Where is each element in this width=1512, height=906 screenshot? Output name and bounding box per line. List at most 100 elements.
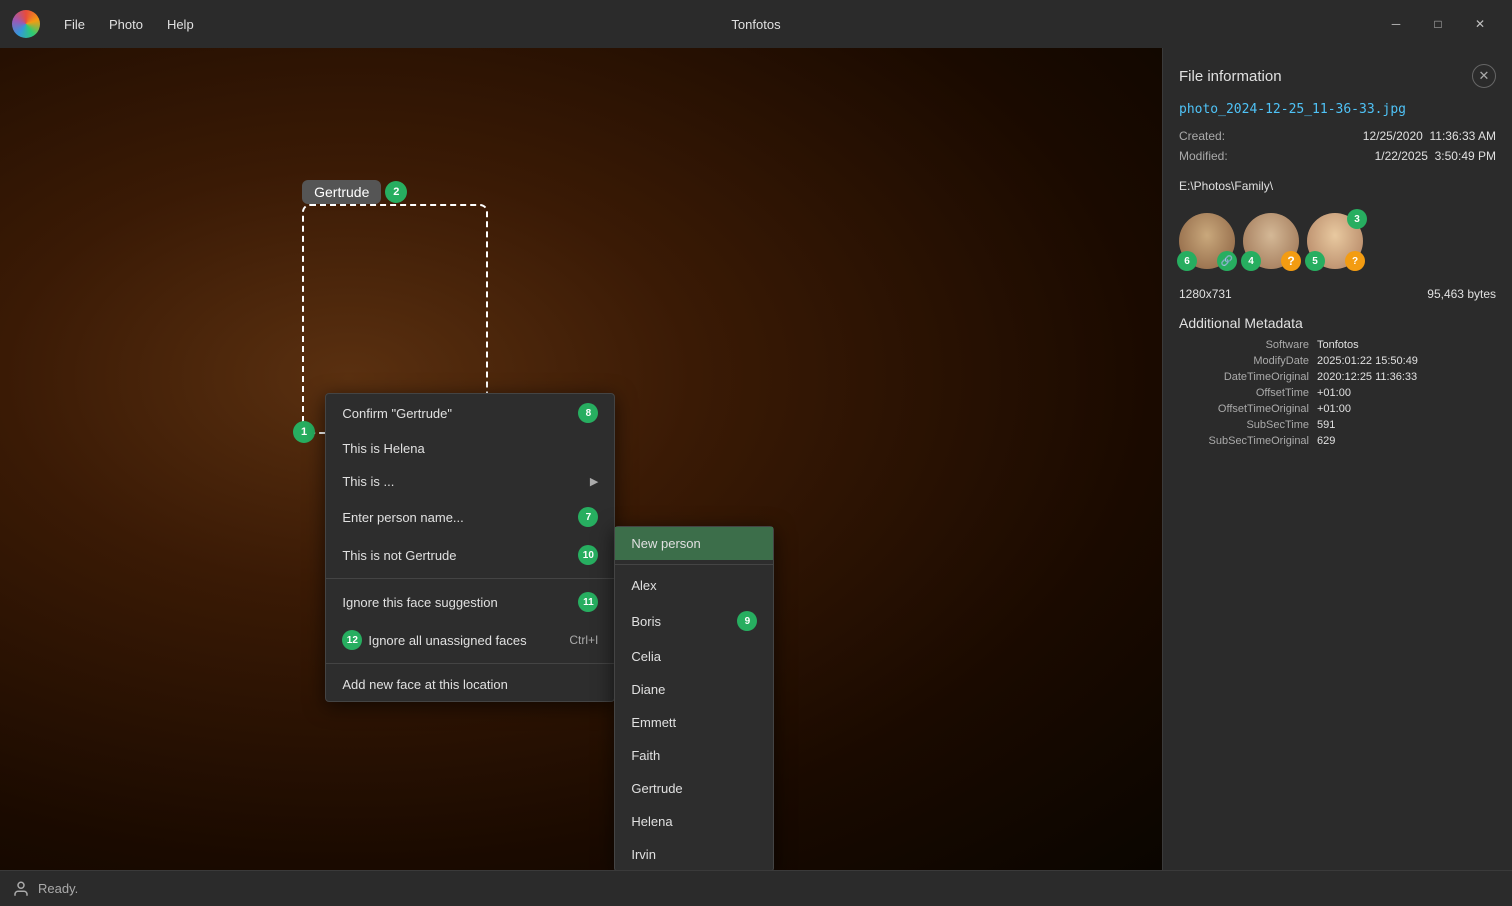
meta-key: Software bbox=[1179, 339, 1309, 351]
metadata-row: SubSecTime 591 bbox=[1179, 419, 1496, 431]
dimensions-size-row: 1280x731 95,463 bytes bbox=[1179, 287, 1496, 301]
badge-7: 7 bbox=[578, 507, 598, 527]
badge-1: 1 bbox=[293, 421, 315, 443]
filename-label: photo_2024-12-25_11-36-33.jpg bbox=[1179, 102, 1496, 117]
ctx-separator-2 bbox=[326, 663, 614, 664]
menu-photo[interactable]: Photo bbox=[99, 13, 153, 36]
ctx-not-gertrude[interactable]: This is not Gertrude 10 bbox=[326, 536, 614, 574]
app-title: Tonfotos bbox=[731, 17, 780, 32]
meta-key: ModifyDate bbox=[1179, 355, 1309, 367]
badge-8: 8 bbox=[578, 403, 598, 423]
submenu-alex[interactable]: Alex bbox=[615, 569, 773, 602]
meta-value: +01:00 bbox=[1317, 387, 1351, 399]
submenu-gertrude[interactable]: Gertrude bbox=[615, 772, 773, 805]
status-person-icon bbox=[12, 880, 30, 898]
panel-close-button[interactable]: ✕ bbox=[1472, 64, 1496, 88]
ctx-ignore-face[interactable]: Ignore this face suggestion 11 bbox=[326, 583, 614, 621]
meta-value: 2020:12:25 11:36:33 bbox=[1317, 371, 1417, 383]
ctx-separator-1 bbox=[326, 578, 614, 579]
meta-key: SubSecTime bbox=[1179, 419, 1309, 431]
metadata-row: ModifyDate 2025:01:22 15:50:49 bbox=[1179, 355, 1496, 367]
modified-row: Modified: 1/22/2025 3:50:49 PM bbox=[1179, 149, 1496, 163]
face-label-container: Gertrude 2 bbox=[302, 180, 407, 204]
metadata-row: DateTimeOriginal 2020:12:25 11:36:33 bbox=[1179, 371, 1496, 383]
meta-value: 591 bbox=[1317, 419, 1335, 431]
meta-value: 629 bbox=[1317, 435, 1335, 447]
meta-key: DateTimeOriginal bbox=[1179, 371, 1309, 383]
meta-value: Tonfotos bbox=[1317, 339, 1359, 351]
submenu: New person Alex Boris 9 Celia bbox=[614, 526, 774, 870]
ctx-this-is[interactable]: This is ... ▶ New person Alex Boris bbox=[326, 465, 614, 498]
meta-key: OffsetTime bbox=[1179, 387, 1309, 399]
panel-header: File information ✕ bbox=[1179, 64, 1496, 88]
metadata-list: Software Tonfotos ModifyDate 2025:01:22 … bbox=[1179, 339, 1496, 451]
maximize-button[interactable]: □ bbox=[1418, 8, 1458, 40]
close-button[interactable]: ✕ bbox=[1460, 8, 1500, 40]
metadata-row: OffsetTimeOriginal +01:00 bbox=[1179, 403, 1496, 415]
submenu-arrow-icon: ▶ bbox=[590, 475, 598, 488]
status-text: Ready. bbox=[38, 881, 78, 896]
metadata-row: OffsetTime +01:00 bbox=[1179, 387, 1496, 399]
file-path: E:\Photos\Family\ bbox=[1179, 179, 1496, 193]
app-icon bbox=[12, 10, 40, 38]
badge-5: 5 bbox=[1305, 251, 1325, 271]
meta-value: 2025:01:22 15:50:49 bbox=[1317, 355, 1418, 367]
face-thumb-1: 🔗 6 bbox=[1179, 213, 1235, 269]
face-thumbnails: 🔗 6 ? 4 3 ? 5 bbox=[1179, 213, 1496, 269]
badge-link-icon: 🔗 bbox=[1217, 251, 1237, 271]
created-value: 12/25/2020 11:36:33 AM bbox=[1363, 129, 1496, 143]
submenu-helena[interactable]: Helena bbox=[615, 805, 773, 838]
metadata-row: Software Tonfotos bbox=[1179, 339, 1496, 351]
modified-value: 1/22/2025 3:50:49 PM bbox=[1375, 149, 1496, 163]
ctx-enter-name[interactable]: Enter person name... 7 bbox=[326, 498, 614, 536]
submenu-boris[interactable]: Boris 9 bbox=[615, 602, 773, 640]
meta-key: SubSecTimeOriginal bbox=[1179, 435, 1309, 447]
panel-title: File information bbox=[1179, 68, 1282, 85]
submenu-faith[interactable]: Faith bbox=[615, 739, 773, 772]
submenu-new-person[interactable]: New person bbox=[615, 527, 773, 560]
badge-6: 6 bbox=[1177, 251, 1197, 271]
submenu-irvin[interactable]: Irvin bbox=[615, 838, 773, 870]
menu-bar: File Photo Help bbox=[54, 13, 1376, 36]
created-row: Created: 12/25/2020 11:36:33 AM bbox=[1179, 129, 1496, 143]
ctx-ignore-all[interactable]: 12 Ignore all unassigned faces Ctrl+I bbox=[326, 621, 614, 659]
badge-11: 11 bbox=[578, 592, 598, 612]
menu-file[interactable]: File bbox=[54, 13, 95, 36]
ctx-this-is-helena[interactable]: This is Helena bbox=[326, 432, 614, 465]
badge-3: 3 bbox=[1347, 209, 1367, 229]
submenu-emmett[interactable]: Emmett bbox=[615, 706, 773, 739]
badge-10: 10 bbox=[578, 545, 598, 565]
photo-background: 1 Gertrude 2 Confirm "Gertrude" 8 This i… bbox=[0, 48, 1162, 870]
ignore-all-shortcut: Ctrl+I bbox=[569, 633, 598, 647]
minimize-button[interactable]: ─ bbox=[1376, 8, 1416, 40]
submenu-celia[interactable]: Celia bbox=[615, 640, 773, 673]
badge-2: 2 bbox=[385, 181, 407, 203]
badge-question-5: ? bbox=[1345, 251, 1365, 271]
submenu-separator bbox=[615, 564, 773, 565]
filesize-label: 95,463 bytes bbox=[1427, 287, 1496, 301]
created-label: Created: bbox=[1179, 129, 1225, 143]
face-name-label: Gertrude bbox=[302, 180, 381, 204]
menu-help[interactable]: Help bbox=[157, 13, 204, 36]
face-thumb-3: 3 ? 5 bbox=[1307, 213, 1363, 269]
ctx-add-face[interactable]: Add new face at this location bbox=[326, 668, 614, 701]
modified-label: Modified: bbox=[1179, 149, 1228, 163]
context-menu: Confirm "Gertrude" 8 This is Helena This… bbox=[325, 393, 615, 702]
main-layout: 1 Gertrude 2 Confirm "Gertrude" 8 This i… bbox=[0, 48, 1512, 870]
statusbar: Ready. bbox=[0, 870, 1512, 906]
photo-area[interactable]: 1 Gertrude 2 Confirm "Gertrude" 8 This i… bbox=[0, 48, 1162, 870]
meta-value: +01:00 bbox=[1317, 403, 1351, 415]
dimensions-label: 1280x731 bbox=[1179, 287, 1232, 301]
meta-key: OffsetTimeOriginal bbox=[1179, 403, 1309, 415]
additional-metadata-title: Additional Metadata bbox=[1179, 315, 1496, 331]
metadata-row: SubSecTimeOriginal 629 bbox=[1179, 435, 1496, 447]
titlebar: File Photo Help Tonfotos ─ □ ✕ bbox=[0, 0, 1512, 48]
right-panel: File information ✕ photo_2024-12-25_11-3… bbox=[1162, 48, 1512, 870]
face-thumb-2: ? 4 bbox=[1243, 213, 1299, 269]
badge-12: 12 bbox=[342, 630, 362, 650]
badge-9: 9 bbox=[737, 611, 757, 631]
ctx-confirm-gertrude[interactable]: Confirm "Gertrude" 8 bbox=[326, 394, 614, 432]
window-controls: ─ □ ✕ bbox=[1376, 8, 1500, 40]
badge-question-4: ? bbox=[1281, 251, 1301, 271]
submenu-diane[interactable]: Diane bbox=[615, 673, 773, 706]
